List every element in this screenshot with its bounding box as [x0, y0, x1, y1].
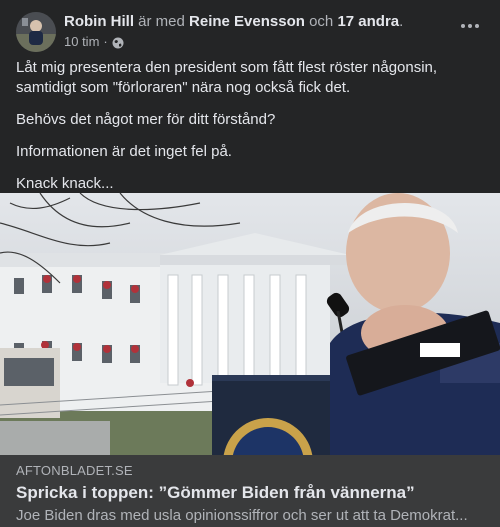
- separator-dot: ·: [103, 34, 108, 49]
- post-paragraph-2: Behövs det något mer för ditt förstånd?: [16, 111, 276, 128]
- post-paragraph-1: Låt mig presentera den president som fåt…: [16, 59, 438, 96]
- post-author-line: Robin Hill är med Reine Evensson och 17 …: [64, 12, 444, 31]
- post-time[interactable]: 10 tim: [64, 33, 99, 50]
- link-domain: AFTONBLADET.SE: [16, 463, 133, 478]
- avatar[interactable]: [16, 12, 56, 52]
- and-text: och: [309, 13, 334, 30]
- link-headline[interactable]: Spricka i toppen: ”Gömmer Biden från vän…: [16, 483, 484, 503]
- link-description: Joe Biden dras med usla opinionssiffror …: [16, 507, 468, 524]
- post-paragraph-3: Informationen är det inget fel på.: [16, 143, 232, 160]
- post-meta: Robin Hill är med Reine Evensson och 17 …: [64, 12, 444, 50]
- facebook-post: Robin Hill är med Reine Evensson och 17 …: [0, 0, 500, 527]
- link-preview-image[interactable]: [0, 193, 500, 455]
- post-paragraph-4: Knack knack...: [16, 175, 114, 192]
- post-timestamp-line: 10 tim ·: [64, 33, 444, 50]
- post-text: Låt mig presentera den president som fåt…: [16, 58, 486, 206]
- period: .: [399, 13, 404, 30]
- tagged-others[interactable]: 17 andra: [337, 13, 399, 30]
- link-preview[interactable]: AFTONBLADET.SE Spricka i toppen: ”Gömmer…: [0, 455, 500, 527]
- tagged-person[interactable]: Reine Evensson: [189, 13, 305, 30]
- with-text: är med: [138, 13, 185, 30]
- post-header: Robin Hill är med Reine Evensson och 17 …: [16, 12, 484, 52]
- more-options-icon[interactable]: [456, 16, 484, 36]
- globe-icon[interactable]: [112, 36, 124, 48]
- author-name[interactable]: Robin Hill: [64, 13, 134, 30]
